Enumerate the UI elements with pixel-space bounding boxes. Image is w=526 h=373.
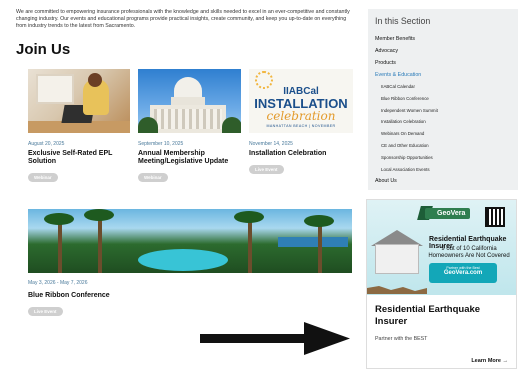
ad-subtitle: Partner with the BEST [375,336,428,342]
sidebar-subitem-calendar[interactable]: IIABCal Calendar [375,81,511,93]
sidebar-subitem-ce-education[interactable]: CE and Other Education [375,140,511,152]
sidebar-item-advocacy[interactable]: Advocacy [375,45,511,57]
ad-brand: GeoVera [425,208,471,219]
event-card[interactable]: August 20, 2025 Exclusive Self-Rated EPL… [28,69,130,184]
ad-subheadline: 9 out of 10 California Homeowners Are No… [428,246,510,259]
event-date: November 14, 2025 [249,141,293,147]
event-image[interactable] [28,209,352,273]
ad-image[interactable]: GeoVera Residential Earthquake Insurer 9… [367,200,516,295]
event-title[interactable]: Annual Membership Meeting/Legislative Up… [138,150,241,166]
thumb-text: celebration [266,109,336,123]
sidebar-item-events-education[interactable]: Events & Education [375,69,511,81]
event-image[interactable] [138,69,241,133]
sidebar-subitem-webinars[interactable]: Webinars On Demand [375,128,511,140]
sidebar-subitem-local-events[interactable]: Local Association Events [375,164,511,176]
event-card[interactable]: IIABCal INSTALLATION celebration MANHATT… [249,69,353,176]
event-title[interactable]: Exclusive Self-Rated EPL Solution [28,150,130,166]
event-date: September 10, 2025 [138,141,184,147]
sidebar-item-about-us[interactable]: About Us [375,175,511,187]
event-image[interactable]: IIABCal INSTALLATION celebration MANHATT… [249,69,353,133]
event-type-badge: Live Event [28,307,63,317]
ground-crack-icon [367,286,427,294]
arrow-icon [200,322,350,355]
sidebar-subitem-blue-ribbon[interactable]: Blue Ribbon Conference [375,93,511,105]
sidebar-item-member-benefits[interactable]: Member Benefits [375,33,511,45]
sidebar-item-products[interactable]: Products [375,57,511,69]
event-date: August 20, 2025 [28,141,65,147]
ad-partner-url: GeoVera.com [443,270,483,276]
event-type-badge: Live Event [249,165,284,175]
sidebar-subitem-women-summit[interactable]: Independent Women Summit [375,105,511,117]
learn-more-link[interactable]: Learn More → [471,358,508,364]
sidebar-title: In this Section [375,16,431,26]
sidebar-subitem-sponsorship[interactable]: Sponsorship Opportunities [375,152,511,164]
event-type-badge: Webinar [28,173,58,183]
thumb-text: MANHATTAN BEACH | NOVEMBER [266,124,336,128]
qr-code-icon [485,207,505,227]
section-title: Join Us [16,41,71,58]
house-icon [375,244,419,274]
sidebar-subitem-installation[interactable]: Installation Celebration [375,116,511,128]
event-title[interactable]: Blue Ribbon Conference [28,292,352,300]
ad-partner-box: Partner with the Best GeoVera.com [429,263,497,283]
event-date: May 3, 2026 - May 7, 2026 [28,280,88,286]
sponsor-ad[interactable]: GeoVera Residential Earthquake Insurer 9… [366,199,517,369]
intro-text: We are committed to empowering insurance… [16,9,350,30]
event-type-badge: Webinar [138,173,168,183]
event-title[interactable]: Installation Celebration [249,150,353,158]
section-sidebar: In this Section Member Benefits Advocacy… [368,9,518,190]
sun-icon [255,71,273,89]
event-image[interactable] [28,69,130,133]
event-card[interactable]: September 10, 2025 Annual Membership Mee… [138,69,241,184]
event-card[interactable]: May 3, 2026 - May 7, 2026 Blue Ribbon Co… [28,209,352,318]
ad-title: Residential Earthquake Insurer [375,304,481,327]
